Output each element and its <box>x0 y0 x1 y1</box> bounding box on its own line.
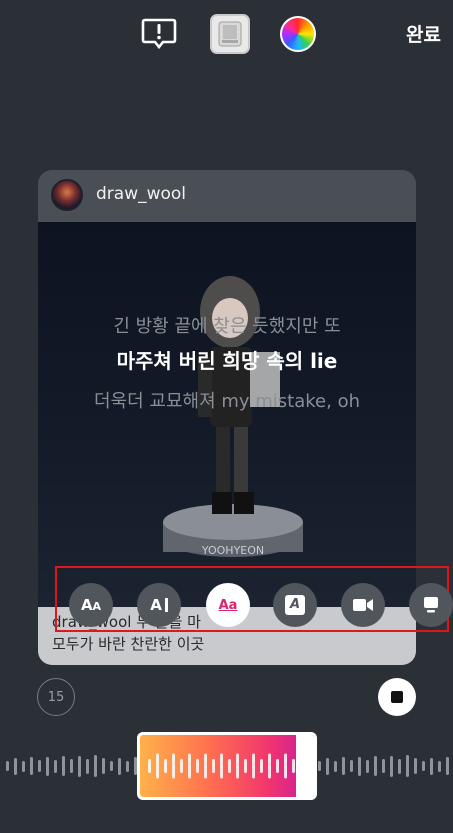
lyric-next: 더욱더 교묘해져 my mistake, oh <box>94 391 360 412</box>
caption-line-2: 모두가 바란 찬란한 이곳 <box>52 635 205 653</box>
waveform-bar <box>422 761 425 771</box>
timer-button[interactable]: 15 <box>37 678 75 716</box>
color-wheel-icon[interactable] <box>280 16 316 52</box>
waveform-bar <box>70 759 73 773</box>
text-aa-icon[interactable]: AA <box>69 583 113 627</box>
waveform-bar <box>382 759 385 773</box>
waveform-bar <box>62 756 65 776</box>
clip-waveform-bar <box>164 759 167 773</box>
waveform-bar <box>366 759 369 773</box>
lyric-current: 마주쳐 버린 희망 속의 lie <box>116 349 338 373</box>
waveform-bar <box>414 758 417 774</box>
waveform-bar <box>446 757 449 775</box>
waveform-bar <box>38 760 41 772</box>
clip-waveform-bar <box>196 759 199 773</box>
lyric-previous: 긴 방황 끝에 찾은 듯했지만 또 <box>113 316 341 337</box>
clip-waveform-bar <box>212 759 215 773</box>
stop-icon <box>391 691 403 703</box>
waveform-bar <box>358 756 361 776</box>
waveform-bar <box>22 760 25 772</box>
waveform-bar <box>438 760 441 772</box>
clip-waveform-bar <box>268 753 271 779</box>
avatar <box>51 179 83 211</box>
clip-waveform-bar <box>156 753 159 779</box>
sticker-thumbnail-icon[interactable] <box>210 14 250 54</box>
clip-waveform-bar <box>292 759 295 773</box>
waveform-bar <box>94 755 97 777</box>
selected-clip[interactable] <box>137 732 317 800</box>
clip-waveform-bar <box>260 759 263 773</box>
text-box-a-icon[interactable]: A <box>273 583 317 627</box>
waveform-bar <box>14 757 17 775</box>
card-icon[interactable] <box>409 583 453 627</box>
top-toolbar: 완료 <box>0 0 453 70</box>
waveform-bar <box>118 757 121 775</box>
waveform-bar <box>334 760 337 772</box>
waveform-bar <box>342 757 345 775</box>
done-button[interactable]: 완료 <box>406 20 441 47</box>
waveform-bar <box>126 760 129 772</box>
waveform-bar <box>54 759 57 773</box>
clip-end-handle[interactable] <box>296 735 314 797</box>
waveform-bar <box>46 756 49 776</box>
clip-waveform-bar <box>276 759 279 773</box>
clip-waveform-bar <box>172 753 175 779</box>
clip-waveform-bar <box>244 759 247 773</box>
stop-button[interactable] <box>378 678 416 716</box>
exclamation-bubble-icon[interactable] <box>140 15 178 53</box>
waveform-bar <box>102 758 105 774</box>
clip-waveform-bar <box>284 753 287 779</box>
waveform-bar <box>350 760 353 772</box>
clip-waveform <box>148 753 295 779</box>
clip-waveform-bar <box>204 753 207 779</box>
card-username: draw_wool <box>96 184 187 204</box>
waveform-bar <box>374 756 377 776</box>
waveform-bar <box>30 757 33 775</box>
clip-waveform-bar <box>180 759 183 773</box>
waveform-bar <box>390 755 393 777</box>
clip-waveform-bar <box>228 759 231 773</box>
waveform-bar <box>78 755 81 777</box>
waveform-bar <box>110 761 113 771</box>
text-ai-icon[interactable]: A <box>137 583 181 627</box>
clip-waveform-bar <box>236 753 239 779</box>
waveform-bar <box>6 761 9 771</box>
text-underline-aa-icon[interactable]: Aa <box>206 583 250 627</box>
waveform-bar <box>430 757 433 775</box>
clip-waveform-bar <box>148 759 151 773</box>
figure-caption: YOOHYEON <box>201 544 264 557</box>
card-header: draw_wool <box>38 170 416 222</box>
clip-waveform-bar <box>252 753 255 779</box>
video-icon[interactable] <box>341 583 385 627</box>
waveform-bar <box>326 757 329 775</box>
clip-waveform-bar <box>188 753 191 779</box>
waveform-bar <box>318 761 321 771</box>
waveform-bar <box>406 755 409 777</box>
clip-waveform-bar <box>220 753 223 779</box>
style-selector-highlight <box>55 566 449 632</box>
waveform-bar <box>398 758 401 774</box>
video-frame: YOOHYEON 긴 방황 끝에 찾은 듯했지만 또 마주쳐 버린 희망 속의 … <box>38 222 416 607</box>
waveform-bar <box>86 758 89 774</box>
